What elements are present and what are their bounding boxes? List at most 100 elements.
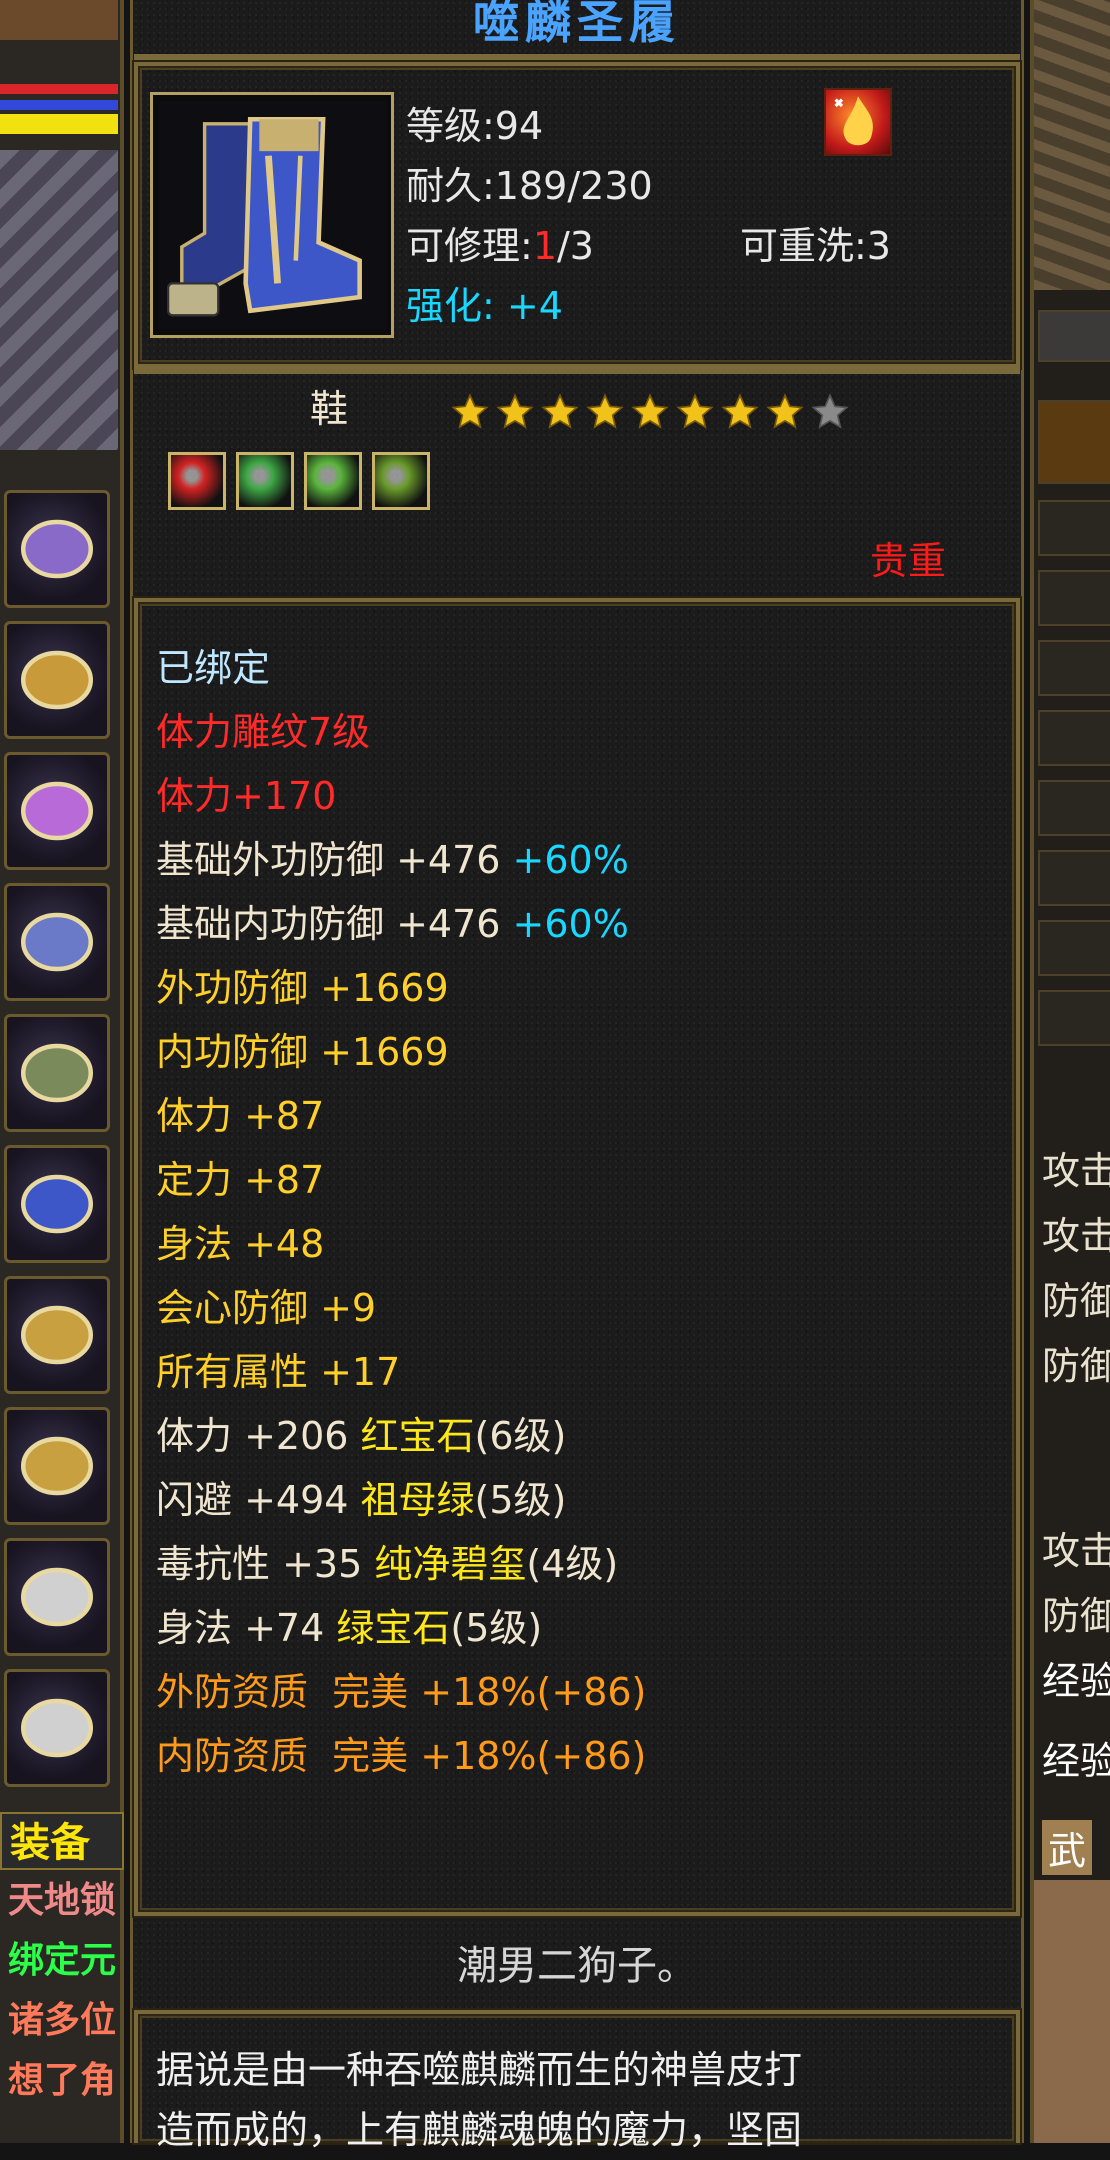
- item-icon-frame: [150, 92, 394, 338]
- equipment-slot[interactable]: [4, 490, 110, 608]
- attribute-text: 定力 +87: [156, 1158, 325, 1202]
- attribute-text: 身法 +74: [156, 1606, 337, 1650]
- divider: [134, 368, 1020, 374]
- gem-sockets: [168, 452, 440, 516]
- attribute-line: 已绑定: [156, 636, 1006, 700]
- equipment-slot[interactable]: [4, 1538, 110, 1656]
- item-name: 噬麟圣履: [473, 0, 681, 49]
- scenery: [1034, 1880, 1110, 2143]
- stat-label: 攻击: [1042, 1149, 1110, 1193]
- attribute-line: 身法 +74 绿宝石(5级): [156, 1596, 1006, 1660]
- ring-icon: [21, 1305, 93, 1365]
- equipment-slot[interactable]: [4, 621, 110, 739]
- star-filled-icon: [631, 393, 669, 429]
- equipment-side-panel: 装备 天地锁 绑定元 诸多位 想了角: [0, 0, 124, 2143]
- stat-label: 防御: [1042, 1344, 1110, 1388]
- jade-gem-icon: [372, 452, 430, 510]
- stat-label[interactable]: 武: [1042, 1820, 1093, 1875]
- attribute-line: 内功防御 +1669: [156, 1020, 1006, 1084]
- owner-note: 潮男二狗子。: [457, 1943, 697, 1989]
- stats-side-panel: 攻击 攻击 防御 防御 攻击 防御 经验 经验 武: [1030, 0, 1110, 2143]
- red-gem-icon: [168, 452, 226, 510]
- attribute-text: 内防资质 完美 +18%(+86): [156, 1734, 647, 1778]
- attribute-line: 体力雕纹7级: [156, 700, 1006, 764]
- item-level: 等级:94: [406, 104, 544, 148]
- attribute-line: 内防资质 完美 +18%(+86): [156, 1724, 1006, 1788]
- star-filled-icon: [586, 393, 624, 429]
- attribute-text: 会心防御 +9: [156, 1286, 377, 1330]
- attribute-text: 所有属性 +17: [156, 1350, 401, 1394]
- amulet-icon: [21, 1567, 93, 1627]
- attribute-line: 毒抗性 +35 纯净碧玺(4级): [156, 1532, 1006, 1596]
- stat-label: 防御: [1042, 1594, 1110, 1638]
- attribute-line: 体力 +87: [156, 1084, 1006, 1148]
- equipment-slot[interactable]: [4, 1669, 110, 1787]
- equipment-slot[interactable]: [4, 1014, 110, 1132]
- attribute-line: 基础内功防御 +476 +60%: [156, 892, 1006, 956]
- bracer-icon: [21, 781, 93, 841]
- attribute-text: 内功防御 +1669: [156, 1030, 449, 1074]
- item-rarity: 贵重: [870, 539, 947, 583]
- chat-line: 天地锁: [8, 1880, 117, 1921]
- star-filled-icon: [496, 393, 534, 429]
- attribute-list: 已绑定 体力雕纹7级 体力+170 基础外功防御 +476 +60% 基础内功防御 +4…: [156, 636, 1006, 1788]
- attribute-text: +60%: [512, 902, 629, 946]
- equipment-slot[interactable]: [4, 1276, 110, 1394]
- attribute-line: 基础外功防御 +476 +60%: [156, 828, 1006, 892]
- attribute-text: 已绑定: [156, 646, 271, 690]
- attribute-text: 身法 +48: [156, 1222, 325, 1266]
- shoulder-icon: [21, 650, 93, 710]
- description-line: 据说是由一种吞噬麒麟而生的神兽皮打: [156, 2048, 803, 2092]
- item-durability: 耐久:189/230: [406, 164, 653, 208]
- equip-tab[interactable]: 装备: [0, 1812, 124, 1870]
- star-empty-icon: [811, 393, 849, 429]
- belt-icon: [21, 1043, 93, 1103]
- helmet-icon: [21, 519, 93, 579]
- attribute-text: 外功防御 +1669: [156, 966, 449, 1010]
- attribute-text: 基础内功防御 +476: [156, 902, 513, 946]
- attribute-text: 绿宝石: [336, 1606, 451, 1650]
- equipment-slot[interactable]: [4, 1407, 110, 1525]
- equipment-slot[interactable]: [4, 752, 110, 870]
- attribute-text: 体力雕纹7级: [156, 710, 371, 754]
- amulet-icon: [21, 1698, 93, 1758]
- attribute-line: 外防资质 完美 +18%(+86): [156, 1660, 1006, 1724]
- attribute-text: (4级): [526, 1542, 619, 1586]
- attribute-line: 会心防御 +9: [156, 1276, 1006, 1340]
- item-enhance: 强化: +4: [406, 284, 563, 328]
- rage-bar: [0, 114, 118, 134]
- attribute-text: 体力 +87: [156, 1094, 325, 1138]
- attribute-line: 体力 +206 红宝石(6级): [156, 1404, 1006, 1468]
- attribute-text: 闪避 +494: [156, 1478, 361, 1522]
- item-description: 据说是由一种吞噬麒麟而生的神兽皮打 造而成的，上有麒麟魂魄的魔力，坚固: [156, 2040, 802, 2160]
- divider: [134, 54, 1020, 60]
- attribute-line: 闪避 +494 祖母绿(5级): [156, 1468, 1006, 1532]
- character-portrait: [0, 150, 118, 450]
- chat-line: 绑定元: [8, 1940, 117, 1981]
- star-filled-icon: [676, 393, 714, 429]
- attribute-text: (5级): [474, 1478, 567, 1522]
- flame-buff-icon: [824, 88, 892, 156]
- equipment-slot[interactable]: [4, 883, 110, 1001]
- equipment-slot[interactable]: [4, 1145, 110, 1263]
- chat-line: 想了角: [8, 2060, 117, 2101]
- portrait-frame: [0, 0, 118, 40]
- scenery: [1034, 0, 1110, 290]
- attribute-text: 祖母绿: [360, 1478, 475, 1522]
- attribute-line: 外功防御 +1669: [156, 956, 1006, 1020]
- star-filled-icon: [541, 393, 579, 429]
- attribute-text: 体力+170: [156, 774, 337, 818]
- attribute-text: 基础外功防御 +476: [156, 838, 513, 882]
- boots-icon: [159, 101, 387, 329]
- attribute-text: 纯净碧玺: [374, 1542, 527, 1586]
- glove-icon: [21, 912, 93, 972]
- attribute-text: 外防资质 完美 +18%(+86): [156, 1670, 647, 1714]
- item-repair-count: 可修理:1/3: [406, 224, 594, 268]
- attribute-text: 红宝石: [360, 1414, 475, 1458]
- ring-icon: [21, 1436, 93, 1496]
- mp-bar: [0, 100, 118, 110]
- item-rewash-count: 可重洗:3: [740, 224, 891, 268]
- attribute-line: 身法 +48: [156, 1212, 1006, 1276]
- stat-label: 防御: [1042, 1279, 1110, 1323]
- star-filled-icon: [766, 393, 804, 429]
